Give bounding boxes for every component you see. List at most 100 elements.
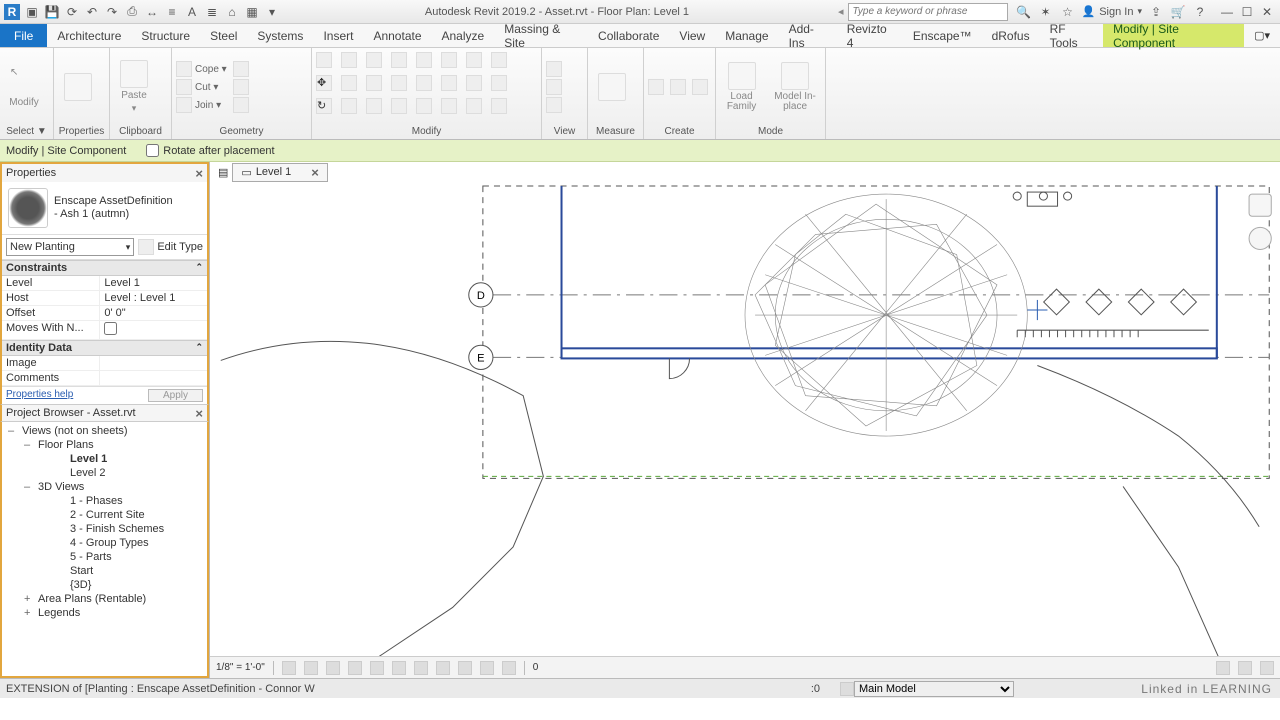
cut-button[interactable]: Cut ▾ bbox=[176, 79, 227, 95]
modify-tool-icon[interactable] bbox=[416, 75, 432, 91]
tree-node[interactable]: Level 2 bbox=[2, 466, 207, 480]
modify-tool-icon[interactable] bbox=[491, 75, 507, 91]
view-tab-level1[interactable]: ▭Level 1 × bbox=[232, 163, 327, 182]
offset-icon[interactable] bbox=[341, 75, 357, 91]
history-back-icon[interactable]: ◂ bbox=[834, 5, 848, 18]
print-icon[interactable]: ⎙ bbox=[124, 4, 140, 20]
visual-style-icon[interactable] bbox=[304, 661, 318, 675]
workset-combo[interactable]: Main Model bbox=[854, 681, 1014, 697]
tree-node[interactable]: {3D} bbox=[2, 578, 207, 592]
minimize-icon[interactable]: — bbox=[1218, 5, 1236, 19]
workset-icon[interactable] bbox=[840, 682, 854, 696]
file-tab[interactable]: File bbox=[0, 24, 47, 47]
section-identity[interactable]: Identity Data⌃ bbox=[2, 340, 207, 356]
properties-help-link[interactable]: Properties help bbox=[6, 389, 73, 402]
crop-icon[interactable] bbox=[392, 661, 406, 675]
save-icon[interactable]: 💾 bbox=[44, 4, 60, 20]
modify-tool-icon[interactable] bbox=[441, 75, 457, 91]
tree-node[interactable]: 1 - Phases bbox=[2, 494, 207, 508]
modify-tool-icon[interactable] bbox=[466, 52, 482, 68]
filter-icon[interactable] bbox=[1238, 661, 1252, 675]
moves-checkbox[interactable] bbox=[104, 322, 117, 335]
detail-level-icon[interactable] bbox=[282, 661, 296, 675]
modify-tool-icon[interactable] bbox=[391, 52, 407, 68]
modify-tool-icon[interactable] bbox=[416, 52, 432, 68]
section-constraints[interactable]: Constraints⌃ bbox=[2, 260, 207, 276]
tab-steel[interactable]: Steel bbox=[200, 24, 247, 47]
view-scale[interactable]: 1/8" = 1'-0" bbox=[216, 662, 265, 673]
rotate-after-placement-checkbox[interactable]: Rotate after placement bbox=[146, 144, 274, 157]
paste-button[interactable]: Paste▾ bbox=[114, 60, 154, 114]
view-icon[interactable] bbox=[546, 97, 562, 113]
open-icon[interactable]: ▣ bbox=[24, 4, 40, 20]
tree-node[interactable]: –Views (not on sheets) bbox=[2, 424, 207, 438]
modify-tool-icon[interactable] bbox=[491, 98, 507, 114]
links-icon[interactable] bbox=[1260, 661, 1274, 675]
redo-icon[interactable]: ↷ bbox=[104, 4, 120, 20]
cope-button[interactable]: Cope ▾ bbox=[176, 61, 227, 77]
favorite-icon[interactable]: ☆ bbox=[1060, 4, 1076, 20]
help-icon[interactable]: ? bbox=[1192, 4, 1208, 20]
measure-button[interactable] bbox=[592, 73, 632, 101]
ribbon-collapse-icon[interactable]: ▢▾ bbox=[1244, 24, 1280, 47]
cart-icon[interactable]: 🛒 bbox=[1170, 4, 1186, 20]
constraints-icon[interactable] bbox=[502, 661, 516, 675]
tab-modify-site-component[interactable]: Modify | Site Component bbox=[1103, 24, 1244, 47]
apply-button[interactable]: Apply bbox=[148, 389, 203, 402]
trim-icon[interactable] bbox=[341, 98, 357, 114]
tree-node[interactable]: –Floor Plans bbox=[2, 438, 207, 452]
tree-node[interactable]: 5 - Parts bbox=[2, 550, 207, 564]
undo-icon[interactable]: ↶ bbox=[84, 4, 100, 20]
geom-icon-1[interactable] bbox=[233, 61, 249, 77]
tab-rftools[interactable]: RF Tools bbox=[1040, 24, 1103, 47]
tab-revizto[interactable]: Revizto 4 bbox=[837, 24, 903, 47]
tab-architecture[interactable]: Architecture bbox=[47, 24, 131, 47]
geom-icon-3[interactable] bbox=[233, 97, 249, 113]
instance-filter-combo[interactable]: New Planting▾ bbox=[6, 238, 134, 256]
project-browser-header[interactable]: Project Browser - Asset.rvt × bbox=[0, 404, 209, 422]
modify-button[interactable]: ↖Modify bbox=[4, 67, 44, 108]
geom-icon-2[interactable] bbox=[233, 79, 249, 95]
reveal-hidden-icon[interactable] bbox=[458, 661, 472, 675]
modify-tool-icon[interactable] bbox=[466, 75, 482, 91]
tree-node[interactable]: 2 - Current Site bbox=[2, 508, 207, 522]
type-selector[interactable]: Enscape AssetDefinition - Ash 1 (autmn) bbox=[2, 182, 207, 235]
rendering-icon[interactable] bbox=[370, 661, 384, 675]
tab-drofus[interactable]: dRofus bbox=[982, 24, 1040, 47]
project-browser-close-icon[interactable]: × bbox=[195, 406, 203, 421]
selection-toggle-icon[interactable] bbox=[1216, 661, 1230, 675]
rotate-checkbox-input[interactable] bbox=[146, 144, 159, 157]
modify-tool-icon[interactable] bbox=[366, 52, 382, 68]
tab-systems[interactable]: Systems bbox=[247, 24, 313, 47]
tree-node[interactable]: Level 1 bbox=[2, 452, 207, 466]
properties-close-icon[interactable]: × bbox=[195, 166, 203, 181]
rotate-icon[interactable]: ↻ bbox=[316, 98, 332, 114]
tab-addins[interactable]: Add-Ins bbox=[779, 24, 837, 47]
viewport[interactable]: D E bbox=[210, 184, 1280, 678]
pin-icon[interactable] bbox=[441, 98, 457, 114]
sun-path-icon[interactable] bbox=[326, 661, 340, 675]
crop-region-icon[interactable] bbox=[414, 661, 428, 675]
dropdown-icon[interactable]: ▾ bbox=[264, 4, 280, 20]
prop-image-value[interactable] bbox=[100, 356, 207, 370]
delete-icon[interactable] bbox=[466, 98, 482, 114]
exchange-icon[interactable]: ⇪ bbox=[1148, 4, 1164, 20]
view-tab-close-icon[interactable]: × bbox=[311, 165, 319, 180]
hide-isolate-icon[interactable] bbox=[436, 661, 450, 675]
prop-moves-value[interactable] bbox=[100, 321, 207, 339]
scale-icon[interactable] bbox=[416, 98, 432, 114]
switch-windows-icon[interactable]: ▦ bbox=[244, 4, 260, 20]
model-inplace-button[interactable]: Model In-place bbox=[769, 62, 821, 112]
worksharing-icon[interactable] bbox=[480, 661, 494, 675]
app-menu-icon[interactable]: R bbox=[4, 4, 20, 20]
edit-type-button[interactable]: Edit Type bbox=[138, 239, 203, 255]
tree-node[interactable]: 4 - Group Types bbox=[2, 536, 207, 550]
sync-icon[interactable]: ⟳ bbox=[64, 4, 80, 20]
canvas[interactable]: ▤ ▭Level 1 × D E bbox=[210, 162, 1280, 678]
prop-comments-value[interactable] bbox=[100, 371, 207, 385]
modify-tool-icon[interactable] bbox=[441, 52, 457, 68]
prop-level-value[interactable]: Level 1 bbox=[100, 276, 207, 290]
align-icon[interactable]: ≡ bbox=[164, 4, 180, 20]
search-icon[interactable]: 🔍 bbox=[1016, 4, 1032, 20]
project-browser-tree[interactable]: –Views (not on sheets)–Floor PlansLevel … bbox=[2, 422, 207, 676]
